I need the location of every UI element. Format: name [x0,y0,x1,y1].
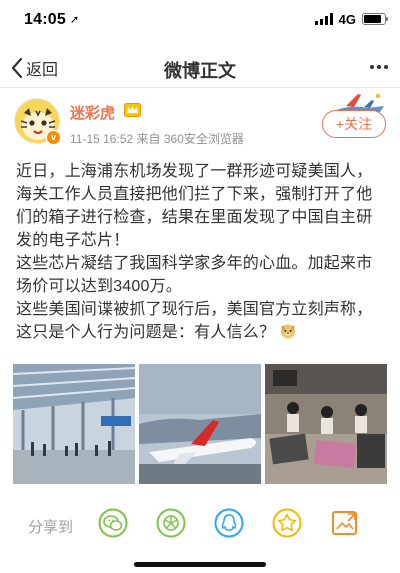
verified-badge-icon: v [46,130,61,145]
home-indicator[interactable] [134,562,266,567]
doge-emoji-icon [280,324,295,339]
more-options-icon[interactable] [370,65,388,69]
battery-icon [362,13,388,25]
airplane-photo-icon [139,364,261,484]
wechat-icon[interactable] [98,508,128,538]
post-header: v 迷彩虎 11-15 16:52 来自 360安全浏览器 +关注 [0,94,400,156]
post-meta: 11-15 16:52 来自 360安全浏览器 [70,132,244,146]
nav-bar: 返回 微博正文 [0,48,400,88]
moments-icon[interactable] [156,508,186,538]
status-time: 14:05 ➚ [24,11,80,28]
share-bar: 分享到 [0,500,400,550]
qq-icon[interactable] [214,508,244,538]
post-body: 近日，上海浦东机场发现了一群形迹可疑美国人，海关工作人员直接把他们拦了下来，强制… [16,160,388,344]
post-image-luggage[interactable] [265,364,387,484]
airport-terminal-photo-icon [13,364,135,484]
vip-crown-icon [124,103,141,117]
luggage-inspection-photo-icon [265,364,387,484]
status-bar: 14:05 ➚ 4G [0,0,400,38]
post-paragraph: 这些芯片凝结了我国科学家多年的心血。加起来市场价可以达到3400万。 [16,255,373,295]
follow-button[interactable]: +关注 [322,110,386,138]
page-title: 微博正文 [164,61,236,81]
post-image-airplane[interactable] [139,364,261,484]
post-image-airport[interactable] [13,364,135,484]
signal-bars-icon [314,13,333,25]
author-name[interactable]: 迷彩虎 [70,102,115,123]
image-grid [13,364,387,484]
post-paragraph: 近日，上海浦东机场发现了一群形迹可疑美国人，海关工作人员直接把他们拦了下来，强制… [16,163,373,249]
network-type: 4G [338,11,356,27]
location-arrow-icon: ➚ [69,14,80,26]
status-indicators: 4G [314,11,388,27]
share-label: 分享到 [28,519,74,536]
picture-share-icon[interactable] [330,508,360,538]
qzone-icon[interactable] [272,508,302,538]
post-paragraph: 这些美国间谍被抓了现行后，美国官方立刻声称，这只是个人行为问题是：有人信么？ [16,301,373,341]
